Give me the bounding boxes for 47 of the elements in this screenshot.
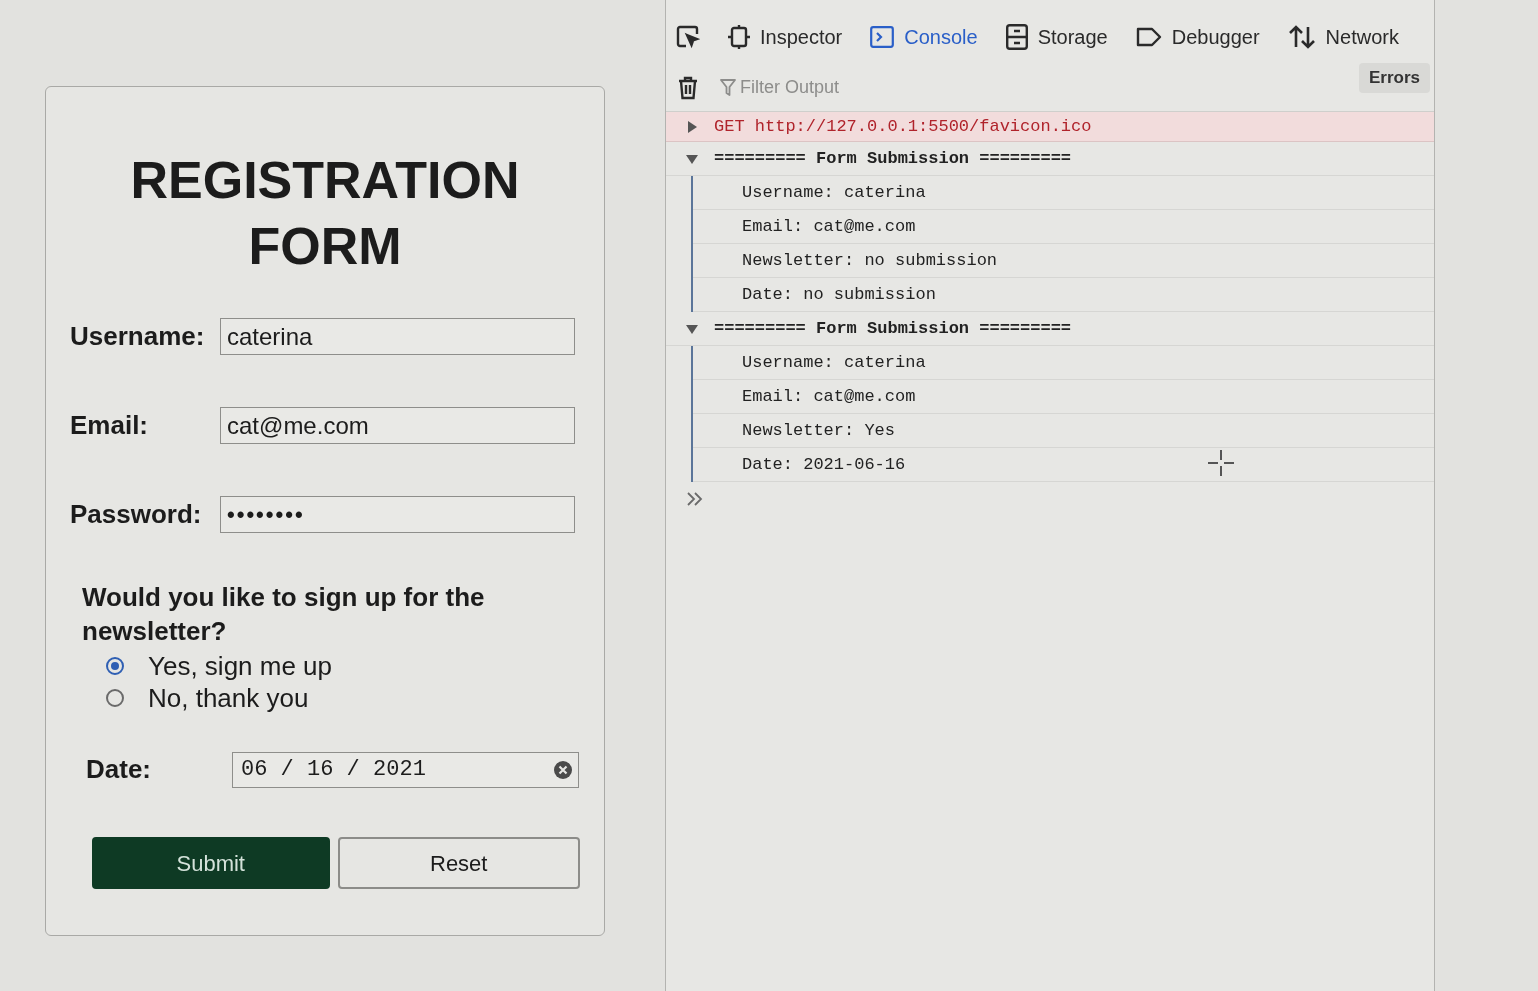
newsletter-question: Would you like to sign up for the newsletter? <box>82 581 486 648</box>
up-down-arrows-icon <box>1287 25 1316 49</box>
radio-button[interactable] <box>106 657 124 675</box>
trash-icon[interactable] <box>678 75 698 100</box>
cabinet-icon <box>1005 24 1028 50</box>
devtools-tab[interactable]: Storage <box>1005 22 1108 52</box>
caret-down-icon[interactable] <box>686 322 698 335</box>
console-log-line: Newsletter: Yes <box>742 419 896 442</box>
radio-label[interactable]: No, thank you <box>148 682 309 714</box>
console-group-header: ========= Form Submission ========= <box>714 317 1072 340</box>
console-log-line: Username: caterina <box>742 181 926 204</box>
submit-button[interactable]: Submit <box>92 837 330 889</box>
console-group-header: ========= Form Submission ========= <box>714 147 1072 170</box>
caret-right-icon[interactable] <box>686 120 698 133</box>
reset-button[interactable]: Reset <box>337 837 580 889</box>
devtools-tab[interactable]: Inspector <box>728 22 843 52</box>
devtools-tab[interactable]: Console <box>870 22 978 52</box>
crosshair-cursor-icon <box>1208 450 1234 476</box>
console-log-line: Newsletter: no submission <box>742 249 998 272</box>
chevrons-right-icon <box>686 492 704 506</box>
input-field[interactable]: cat@me.com <box>220 407 575 444</box>
console-log-line: Username: caterina <box>742 351 926 374</box>
frame-icon <box>728 25 750 49</box>
console-log-line: Email: cat@me.com <box>742 385 916 408</box>
radio-label[interactable]: Yes, sign me up <box>148 650 333 682</box>
cursor-in-box-icon[interactable] <box>676 25 700 49</box>
console-request: GET http://127.0.0.1:5500/favicon.ico <box>714 115 1092 138</box>
input-field[interactable]: caterina <box>220 318 575 355</box>
caret-down-icon[interactable] <box>686 152 698 165</box>
radio-button[interactable] <box>106 689 124 707</box>
devtools-tab[interactable]: Network <box>1287 22 1399 52</box>
form-title: REGISTRATION FORM <box>129 150 521 277</box>
field-label: Email: <box>70 409 150 442</box>
field-label: Date: <box>86 753 152 786</box>
clear-icon[interactable] <box>554 760 572 779</box>
console-log-line: Date: 2021-06-16 <box>742 453 906 476</box>
terminal-icon <box>870 26 895 48</box>
tag-icon <box>1135 27 1162 47</box>
date-field[interactable]: 06 / 16 / 2021 <box>232 751 579 788</box>
devtools-tab[interactable]: Debugger <box>1135 22 1260 52</box>
field-label: Password: <box>70 498 203 531</box>
errors-button[interactable]: Errors <box>1358 62 1430 93</box>
input-field[interactable]: •••••••• <box>220 496 575 533</box>
console-log-line: Date: no submission <box>742 283 936 306</box>
filter-icon <box>720 78 736 97</box>
console-log-line: Email: cat@me.com <box>742 215 916 238</box>
field-label: Username: <box>70 320 206 353</box>
